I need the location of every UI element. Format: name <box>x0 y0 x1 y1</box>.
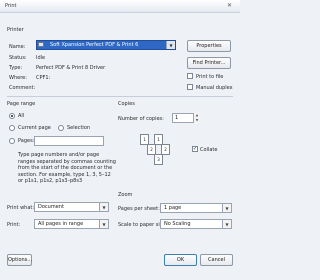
pages-input[interactable] <box>34 136 104 146</box>
zoom-group-label: Zoom <box>118 192 133 198</box>
spinner-arrows-icon[interactable]: ▲ ▼ <box>193 113 200 123</box>
type-label: Type: <box>9 65 23 71</box>
print-what-value: Document <box>38 204 64 210</box>
help-line: from the start of the document or the <box>18 165 113 171</box>
type-value: Perfect PDF & Print 8 Driver <box>36 65 106 71</box>
number-of-copies-label: Number of copies: <box>118 116 164 122</box>
pages-per-sheet-select[interactable]: 1 page ▼ <box>160 203 232 213</box>
printer-icon <box>38 42 44 47</box>
help-line: or p1s1, p1s2, p1s3–p8s3 <box>18 178 83 184</box>
copies-group-label: Copies <box>118 101 135 107</box>
page-icon: 2 <box>161 144 170 155</box>
chevron-down-icon: ▼ <box>99 203 108 211</box>
current-page-label: Current page <box>18 125 51 131</box>
scale-value: No Scaling <box>164 221 191 227</box>
ok-button[interactable]: OK <box>164 254 197 266</box>
comment-label: Comment: <box>9 85 36 91</box>
printer-name-label: Name: <box>9 44 26 50</box>
page-range-group-label: Page range <box>7 101 36 107</box>
pages-per-sheet-label: Pages per sheet: <box>118 206 160 212</box>
close-button[interactable]: ✕ <box>223 2 236 10</box>
scale-select[interactable]: No Scaling ▼ <box>160 219 232 229</box>
print-select[interactable]: All pages in range ▼ <box>34 219 109 229</box>
collate-label: Collate <box>200 147 218 153</box>
properties-button[interactable]: Properties <box>187 40 231 52</box>
page-range-help: Type page numbers and/or page ranges sep… <box>18 152 116 185</box>
pages-label: Pages: <box>18 138 35 144</box>
print-label: Print: <box>7 222 21 228</box>
chevron-down-icon: ▼ <box>166 41 175 49</box>
where-value: CPF1: <box>36 75 51 81</box>
pages-per-sheet-value: 1 page <box>164 205 182 211</box>
collate-illustration: 1 2 3 1 2 <box>140 134 180 174</box>
options-button[interactable]: Options... <box>7 254 32 266</box>
chevron-down-icon: ▼ <box>222 204 231 212</box>
status-value: Idle <box>36 55 46 61</box>
where-label: Where: <box>9 75 27 81</box>
page-icon: 3 <box>154 154 163 165</box>
divider <box>7 96 233 97</box>
chevron-down-icon: ▼ <box>222 220 231 228</box>
title-bar <box>0 0 240 13</box>
printer-group-label: Printer <box>7 27 24 33</box>
collate-checkbox[interactable]: ✓ <box>192 146 198 152</box>
window-title: Print <box>5 3 17 9</box>
all-radio[interactable] <box>9 113 15 119</box>
find-printer-button[interactable]: Find Printer... <box>187 57 231 69</box>
manual-duplex-checkbox[interactable] <box>187 84 193 90</box>
status-label: Status: <box>9 55 27 61</box>
selection-radio[interactable] <box>58 125 64 131</box>
print-what-label: Print what: <box>7 205 35 211</box>
print-value: All pages in range <box>38 221 84 227</box>
print-to-file-checkbox[interactable] <box>187 73 193 79</box>
help-line: Type page numbers and/or page <box>18 152 100 158</box>
print-to-file-label: Print to file <box>196 74 224 80</box>
pages-radio[interactable] <box>9 138 15 144</box>
cancel-button[interactable]: Cancel <box>200 254 233 266</box>
printer-name-value: Soft Xpansion Perfect PDF & Print 6 <box>50 42 139 48</box>
printer-name-select[interactable]: Soft Xpansion Perfect PDF & Print 6 ▼ <box>36 40 176 50</box>
current-page-radio[interactable] <box>9 125 15 131</box>
print-what-select[interactable]: Document ▼ <box>34 202 109 212</box>
chevron-down-icon: ▼ <box>99 220 108 228</box>
manual-duplex-label: Manual duplex <box>196 85 233 91</box>
selection-label: Selection <box>67 125 91 131</box>
all-label: All <box>18 113 25 119</box>
copies-spinner[interactable]: 1 ▲ ▼ <box>172 113 200 123</box>
